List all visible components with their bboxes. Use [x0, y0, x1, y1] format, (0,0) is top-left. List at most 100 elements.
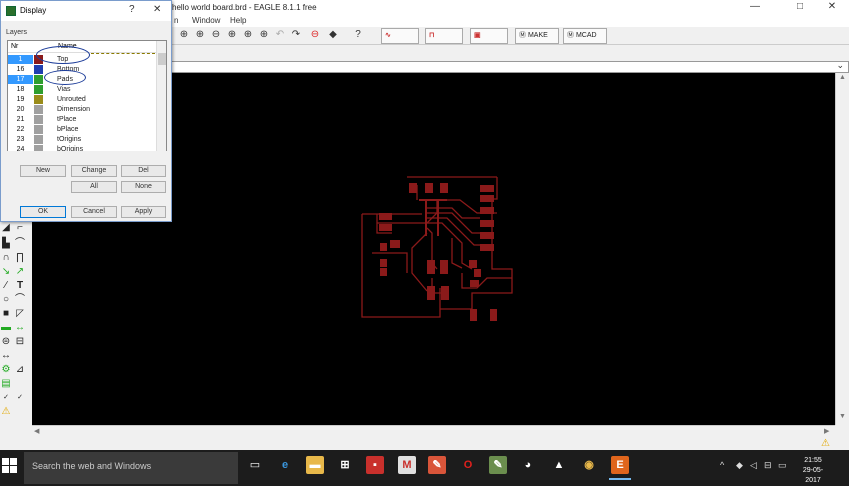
hole-tool-icon[interactable]: ⊜ — [0, 336, 12, 348]
layer-color-swatch[interactable] — [34, 95, 43, 104]
tray-volume-icon[interactable]: ◁ — [750, 460, 757, 471]
eagle-taskbar-icon[interactable]: E — [609, 456, 631, 480]
layer-color-swatch[interactable] — [34, 65, 43, 74]
arc-tool-icon[interactable]: ⌒ — [14, 294, 26, 306]
zoom-prev-icon[interactable]: ⊕ — [258, 29, 270, 41]
layer-row[interactable]: 20 Dimension — [8, 105, 156, 115]
mcafee-icon[interactable]: M — [398, 456, 416, 474]
route-tool-icon[interactable]: ⌒ — [14, 238, 26, 250]
select-all-button[interactable]: All — [71, 181, 117, 193]
redo-icon[interactable]: ↷ — [290, 29, 302, 41]
vertical-scrollbar[interactable]: ▲ ▼ — [835, 73, 849, 425]
zoom-in-icon[interactable]: ⊕ — [194, 29, 206, 41]
help-button[interactable]: ? — [129, 4, 135, 15]
opera-icon[interactable]: O — [459, 456, 477, 474]
taskbar-clock[interactable]: 21:55 29-05-2017 — [796, 456, 830, 486]
new-layer-button[interactable]: New — [20, 165, 66, 177]
layer-color-swatch[interactable] — [34, 135, 43, 144]
erc-tool-icon[interactable]: ✓ — [0, 392, 12, 404]
layer-number[interactable]: 18 — [8, 85, 33, 94]
menu-window[interactable]: Window — [192, 16, 220, 25]
layer-color-swatch[interactable] — [34, 105, 43, 114]
layer-number[interactable]: 22 — [8, 125, 33, 134]
dialog-close-button[interactable]: ✕ — [153, 4, 161, 15]
dimension-tool-icon[interactable]: ↔ — [0, 350, 12, 362]
tray-network-icon[interactable]: ⊟ — [764, 460, 772, 471]
text-tool-icon[interactable]: T — [14, 280, 26, 292]
undo-icon[interactable]: ↶ — [274, 29, 286, 41]
layer-number[interactable]: 23 — [8, 135, 33, 144]
circle-tool-icon[interactable]: ○ — [0, 294, 12, 306]
autorouter-tool-icon[interactable]: ↗ — [14, 266, 26, 278]
chevron-down-icon[interactable]: ⌄ — [836, 60, 844, 71]
cancel-button[interactable]: Cancel — [71, 206, 117, 218]
edge-icon[interactable]: e — [276, 456, 294, 474]
zoom-area-icon[interactable]: ⊕ — [242, 29, 254, 41]
layer-number[interactable]: 20 — [8, 105, 33, 114]
split-tool-icon[interactable]: ⌐ — [14, 222, 26, 234]
layer-color-swatch[interactable] — [34, 75, 43, 84]
red-app-icon[interactable]: ▪ — [366, 456, 384, 474]
delete-layer-button[interactable]: Del — [121, 165, 166, 177]
layer-row[interactable]: 21 tPlace — [8, 115, 156, 125]
apply-button[interactable]: Apply — [121, 206, 166, 218]
drc-tool-icon[interactable]: ⚙ — [0, 364, 12, 376]
layer-list-hscrollbar[interactable] — [7, 151, 167, 159]
miter-tool-icon[interactable]: ◢ — [0, 222, 12, 234]
zoom-fit-icon[interactable]: ⊕ — [178, 29, 190, 41]
scroll-right-icon[interactable]: ▶ — [824, 427, 829, 435]
layer-number[interactable]: 1 — [8, 55, 33, 64]
layer-number[interactable]: 17 — [8, 75, 33, 84]
ok-button[interactable]: OK — [20, 206, 66, 218]
signal-tool-icon[interactable]: ↔ — [14, 322, 26, 334]
scroll-down-icon[interactable]: ▼ — [839, 413, 846, 420]
rect-tool-icon[interactable]: ■ — [0, 308, 12, 320]
chrome-icon[interactable]: ◉ — [580, 456, 598, 474]
layer-number[interactable]: 19 — [8, 95, 33, 104]
stop-icon[interactable]: ⊖ — [309, 29, 321, 41]
close-button[interactable]: ✕ — [812, 0, 849, 22]
cam-button[interactable]: ▣ — [470, 28, 508, 44]
store-icon[interactable]: ⊞ — [336, 456, 354, 474]
layer-color-swatch[interactable] — [34, 115, 43, 124]
paint-app-icon[interactable]: ◕ — [519, 456, 537, 474]
meander-tool-icon[interactable]: ∩ — [0, 252, 12, 264]
via-tool-icon[interactable]: ▬ — [0, 322, 12, 334]
select-none-button[interactable]: None — [121, 181, 166, 193]
warning-icon[interactable]: ⚠ — [821, 438, 830, 449]
mcad-button[interactable]: Ⓜ MCAD — [563, 28, 607, 44]
change-layer-button[interactable]: Change — [71, 165, 117, 177]
photos-icon[interactable]: ▲ — [550, 456, 568, 474]
optimize-tool-icon[interactable]: ▙ — [0, 238, 12, 250]
attribute-tool-icon[interactable]: ⊟ — [14, 336, 26, 348]
make-button[interactable]: Ⓜ MAKE — [515, 28, 559, 44]
erc-button[interactable]: ∿ — [381, 28, 419, 44]
errors-tool-icon[interactable]: ⊿ — [14, 364, 26, 376]
layer-row[interactable]: 22 bPlace — [8, 125, 156, 135]
scroll-up-icon[interactable]: ▲ — [839, 74, 846, 81]
layer-row[interactable]: 18 Vias — [8, 85, 156, 95]
taskbar-search[interactable]: Search the web and Windows — [24, 452, 238, 484]
layer-row[interactable]: 23 tOrigins — [8, 135, 156, 145]
layer-list-scrollbar[interactable] — [156, 41, 166, 158]
wire-tool-icon[interactable]: ∕ — [0, 280, 12, 292]
menu-help[interactable]: Help — [230, 16, 246, 25]
file-explorer-icon[interactable]: ▬ — [306, 456, 324, 474]
menu-item-file-tail[interactable]: n — [174, 16, 178, 25]
go-icon[interactable]: ◆ — [327, 29, 339, 41]
zoom-select-icon[interactable]: ⊕ — [226, 29, 238, 41]
start-button[interactable] — [2, 458, 18, 474]
layer-list-scroll-thumb[interactable] — [158, 53, 166, 65]
task-view-icon[interactable]: ▭ — [246, 456, 264, 474]
check-tool-icon[interactable]: ▤ — [0, 378, 12, 390]
tray-shield-icon[interactable]: ◆ — [736, 460, 743, 471]
layer-color-swatch[interactable] — [34, 125, 43, 134]
polygon-tool-icon[interactable]: ◸ — [14, 308, 26, 320]
tray-chevron-up-icon[interactable]: ^ — [720, 460, 724, 470]
column-header-nr[interactable]: Nr — [11, 43, 18, 50]
scroll-left-icon[interactable]: ◀ — [34, 427, 39, 435]
horizontal-scrollbar[interactable]: ◀ ▶ — [32, 425, 835, 436]
layer-number[interactable]: 21 — [8, 115, 33, 124]
green-app-icon[interactable]: ✎ — [489, 456, 507, 474]
minimize-button[interactable]: — — [735, 0, 775, 22]
